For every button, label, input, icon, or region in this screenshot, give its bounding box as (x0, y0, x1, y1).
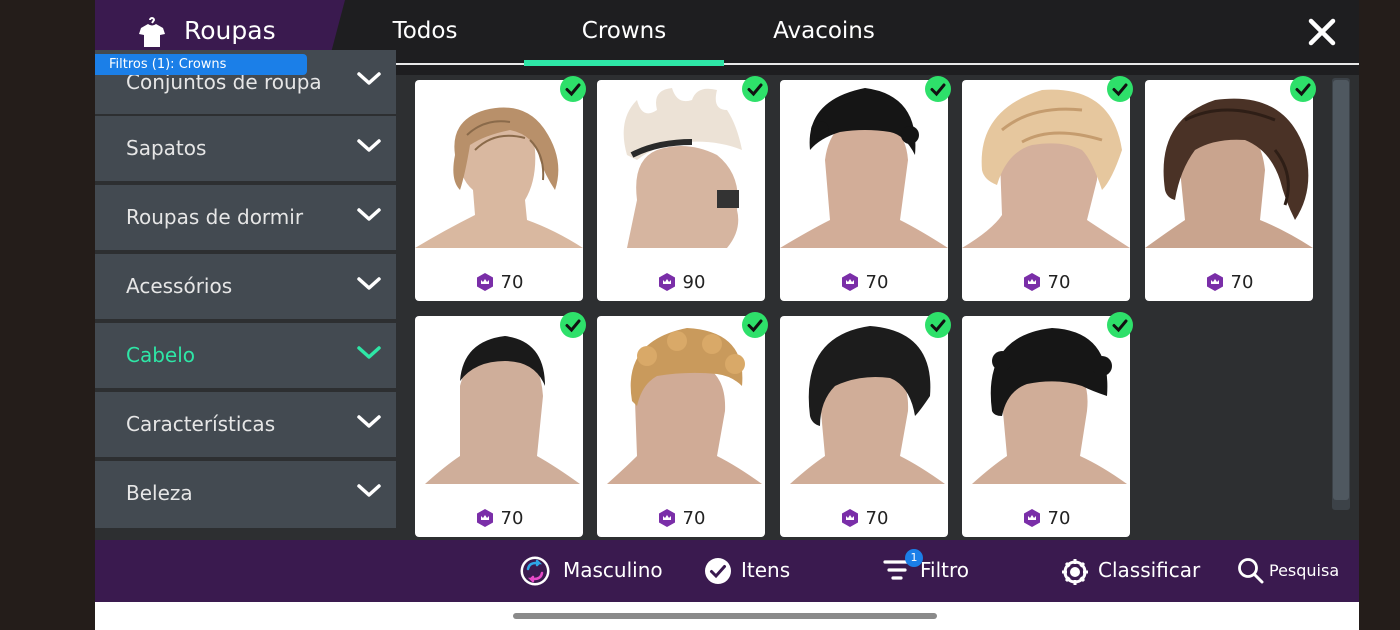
sidebar-item-caracteristicas[interactable]: Características (95, 392, 396, 457)
chevron-down-icon (357, 139, 381, 152)
sidebar-item-label: Sapatos (126, 136, 207, 160)
item-card[interactable]: 70 (962, 80, 1130, 301)
bottom-toolbar: Masculino Itens Filtro Classificar Pesqu… (95, 540, 1359, 602)
owned-check-icon (742, 76, 768, 102)
sidebar-item-label: Cabelo (126, 343, 196, 367)
close-icon[interactable] (1306, 16, 1338, 48)
hair-preview-blonde-shaggy (962, 89, 1130, 248)
sidebar-item-beleza[interactable]: Beleza (95, 461, 396, 528)
sidebar-item-acessorios[interactable]: Acessórios (95, 254, 396, 319)
price-value: 70 (1047, 272, 1071, 293)
owned-check-icon (742, 312, 768, 338)
chevron-down-icon (357, 72, 381, 85)
crown-gem-icon (658, 509, 675, 527)
hair-preview-light-brown-wavy (415, 107, 583, 248)
chevron-down-icon (357, 415, 381, 428)
price-label: 70 (415, 508, 583, 529)
price-label: 70 (597, 508, 765, 529)
tab-todos[interactable]: Todos (365, 18, 485, 44)
item-card[interactable]: 70 (597, 316, 765, 537)
price-value: 90 (682, 272, 706, 293)
active-filter-pill[interactable]: Filtros (1): Crowns (95, 54, 307, 75)
chevron-down-icon (357, 484, 381, 497)
hair-preview-dark-brown-long-wavy (1145, 98, 1313, 248)
sidebar-item-roupas-de-dormir[interactable]: Roupas de dormir (95, 185, 396, 250)
sidebar-item-cabelo[interactable]: Cabelo (95, 323, 396, 388)
sort-button[interactable]: Classificar (1098, 558, 1200, 582)
price-label: 90 (597, 272, 765, 293)
price-value: 70 (865, 508, 889, 529)
right-letterbox (1359, 0, 1400, 630)
crown-gem-icon (1206, 273, 1223, 291)
owned-check-icon (1107, 312, 1133, 338)
item-card[interactable]: 70 (780, 80, 948, 301)
chevron-down-icon (357, 208, 381, 221)
crown-gem-icon (658, 273, 675, 291)
crown-gem-icon (1023, 273, 1040, 291)
search-icon[interactable] (1237, 557, 1264, 584)
hair-preview-golden-curly (607, 328, 762, 484)
price-value: 70 (865, 272, 889, 293)
price-label: 70 (415, 272, 583, 293)
price-value: 70 (500, 508, 524, 529)
hair-preview-black-buzz (425, 336, 580, 484)
item-card[interactable]: 70 (415, 80, 583, 301)
owned-check-icon (925, 76, 951, 102)
filter-button[interactable]: Filtro (920, 558, 969, 582)
search-button[interactable]: Pesquisa (1269, 561, 1339, 580)
sidebar-item-sapatos[interactable]: Sapatos (95, 116, 396, 181)
chevron-down-icon (357, 346, 381, 359)
price-label: 70 (780, 272, 948, 293)
price-label: 70 (962, 272, 1130, 293)
sidebar-item-label: Beleza (126, 481, 193, 505)
crown-gem-icon (841, 509, 858, 527)
price-value: 70 (1230, 272, 1254, 293)
crown-gem-icon (476, 509, 493, 527)
sidebar-item-label: Acessórios (126, 274, 233, 298)
sidebar-item-label: Características (126, 412, 276, 436)
hair-preview-blonde-spiky (623, 88, 742, 248)
owned-check-icon (560, 76, 586, 102)
price-value: 70 (1047, 508, 1071, 529)
gender-toggle-button[interactable]: Masculino (563, 558, 663, 582)
shirt-icon (139, 17, 165, 47)
crown-gem-icon (476, 273, 493, 291)
app-window: Roupas Todos Crowns Avacoins Conjuntos d… (95, 0, 1359, 630)
check-circle-icon[interactable] (704, 557, 732, 585)
item-card[interactable]: 70 (1145, 80, 1313, 301)
price-value: 70 (682, 508, 706, 529)
chevron-down-icon (357, 277, 381, 290)
owned-check-icon (1107, 76, 1133, 102)
gender-switch-icon[interactable] (519, 555, 551, 587)
price-label: 70 (962, 508, 1130, 529)
price-label: 70 (1145, 272, 1313, 293)
page-title: Roupas (184, 16, 276, 45)
hair-preview-black-messy-curly (972, 328, 1127, 484)
price-value: 70 (500, 272, 524, 293)
tab-crowns[interactable]: Crowns (564, 18, 684, 44)
active-tab-indicator (524, 60, 724, 66)
item-card[interactable]: 70 (415, 316, 583, 537)
tab-avacoins[interactable]: Avacoins (754, 18, 894, 44)
item-card[interactable]: 70 (962, 316, 1130, 537)
filter-count-badge: 1 (905, 549, 923, 567)
owned-check-icon (560, 312, 586, 338)
crown-gem-icon (1023, 509, 1040, 527)
grid-scrollbar-thumb[interactable] (1333, 80, 1349, 500)
owned-check-icon (925, 312, 951, 338)
tab-underline (327, 63, 1359, 65)
crown-gem-icon (841, 273, 858, 291)
sort-gear-icon[interactable] (1061, 558, 1089, 586)
items-button[interactable]: Itens (741, 558, 790, 582)
price-label: 70 (780, 508, 948, 529)
sidebar-item-label: Roupas de dormir (126, 205, 304, 229)
owned-check-icon (1290, 76, 1316, 102)
hair-preview-black-curly-short (780, 88, 948, 248)
left-letterbox (0, 0, 95, 630)
home-indicator[interactable] (513, 613, 937, 619)
item-card[interactable]: 70 (780, 316, 948, 537)
item-card[interactable]: 90 (597, 80, 765, 301)
hair-preview-black-wavy-fringe (790, 326, 945, 484)
